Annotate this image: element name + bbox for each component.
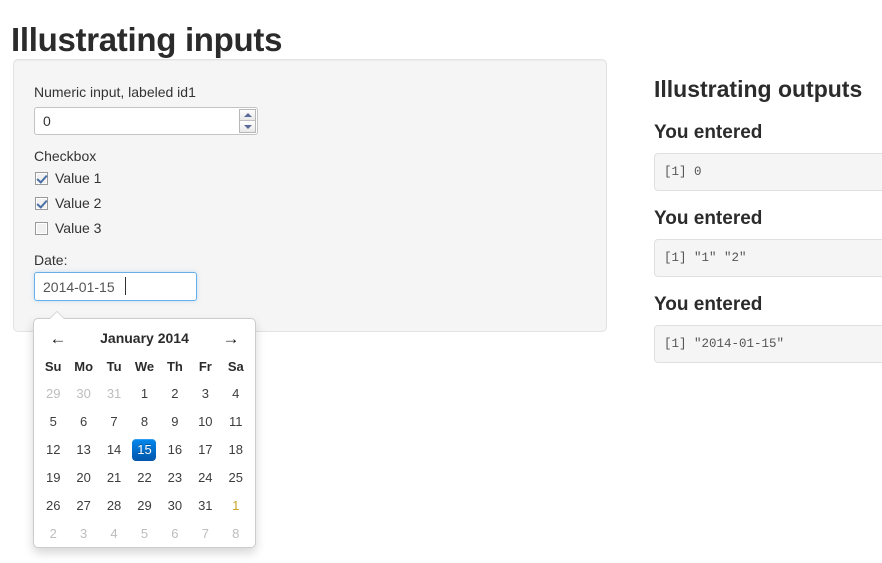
- datepicker-week-row: 2 3 4 5 6 7 8: [38, 520, 251, 548]
- datepicker-header: ← January 2014 →: [38, 323, 251, 353]
- checkbox-option-value-1[interactable]: Value 1: [35, 168, 101, 188]
- numeric-input[interactable]: [34, 107, 258, 135]
- numeric-input-label: Numeric input, labeled id1: [34, 84, 196, 100]
- day-cell[interactable]: 4: [99, 520, 129, 548]
- day-cell[interactable]: 21: [99, 464, 129, 492]
- output-heading-2: You entered: [654, 208, 763, 229]
- outputs-panel: Illustrating outputs You entered [1] 0 Y…: [654, 73, 882, 363]
- weekday-header: Su: [44, 359, 62, 374]
- outputs-title: Illustrating outputs: [654, 76, 863, 102]
- day-cell[interactable]: 8: [221, 520, 251, 548]
- date-input[interactable]: [34, 272, 197, 301]
- date-input-label: Date:: [34, 252, 68, 268]
- day-cell[interactable]: 5: [38, 408, 68, 436]
- day-cell[interactable]: 24: [190, 464, 220, 492]
- day-cell[interactable]: 10: [190, 408, 220, 436]
- datepicker-days-body: 29 30 31 1 2 3 4 5 6 7 8 9 10 11 12 13 1…: [38, 380, 251, 548]
- checkbox-group-label: Checkbox: [34, 148, 97, 164]
- output-value-3: [1] "2014-01-15": [654, 325, 882, 363]
- day-cell[interactable]: 29: [38, 380, 68, 408]
- text-cursor: [125, 277, 126, 295]
- day-cell[interactable]: 13: [68, 436, 98, 464]
- day-cell[interactable]: 1: [221, 492, 251, 520]
- arrow-right-icon[interactable]: →: [220, 330, 242, 347]
- datepicker-week-row: 26 27 28 29 30 31 1: [38, 492, 251, 520]
- datepicker-week-row: 29 30 31 1 2 3 4: [38, 380, 251, 408]
- datepicker-caret-inner: [50, 312, 64, 319]
- day-cell[interactable]: 2: [38, 520, 68, 548]
- day-cell[interactable]: 6: [68, 408, 98, 436]
- day-cell[interactable]: 30: [160, 492, 190, 520]
- output-heading-3: You entered: [654, 294, 763, 315]
- weekday-header: Th: [166, 359, 183, 374]
- day-cell[interactable]: 9: [160, 408, 190, 436]
- numeric-stepper[interactable]: [239, 109, 256, 133]
- day-cell[interactable]: 18: [221, 436, 251, 464]
- day-cell[interactable]: 7: [190, 520, 220, 548]
- day-cell[interactable]: 7: [99, 408, 129, 436]
- weekday-header: Tu: [106, 359, 122, 374]
- checkbox-label: Value 2: [55, 195, 102, 211]
- checkbox-box[interactable]: [35, 196, 48, 210]
- day-cell[interactable]: 14: [99, 436, 129, 464]
- day-cell[interactable]: 20: [68, 464, 98, 492]
- day-cell[interactable]: 22: [129, 464, 159, 492]
- checkbox-label: Value 1: [55, 170, 102, 186]
- day-cell[interactable]: 4: [221, 380, 251, 408]
- checkbox-label: Value 3: [55, 220, 102, 236]
- day-cell[interactable]: 30: [68, 380, 98, 408]
- day-cell[interactable]: 26: [38, 492, 68, 520]
- checkbox-box[interactable]: [35, 171, 48, 185]
- day-cell[interactable]: 3: [190, 380, 220, 408]
- datepicker-month-title[interactable]: January 2014: [69, 330, 220, 346]
- weekday-header: Sa: [227, 359, 244, 374]
- day-cell[interactable]: 1: [129, 380, 159, 408]
- day-cell[interactable]: 23: [160, 464, 190, 492]
- day-cell[interactable]: 6: [160, 520, 190, 548]
- datepicker-grid: Su Mo Tu We Th Fr Sa 29 30 31 1 2 3 4 5 …: [38, 353, 251, 548]
- day-cell[interactable]: 16: [160, 436, 190, 464]
- page-title: Illustrating inputs: [11, 21, 283, 59]
- app-root: Illustrating inputs Numeric input, label…: [0, 0, 882, 563]
- day-cell[interactable]: 29: [129, 492, 159, 520]
- day-cell[interactable]: 17: [190, 436, 220, 464]
- day-cell[interactable]: 12: [38, 436, 68, 464]
- day-cell[interactable]: 2: [160, 380, 190, 408]
- datepicker-week-row: 5 6 7 8 9 10 11: [38, 408, 251, 436]
- checkbox-option-value-2[interactable]: Value 2: [35, 193, 101, 213]
- weekday-header: Mo: [74, 359, 94, 374]
- output-value-1: [1] 0: [654, 153, 882, 191]
- triangle-up-icon[interactable]: [240, 110, 255, 121]
- day-cell[interactable]: 27: [68, 492, 98, 520]
- numeric-input-group: [34, 107, 258, 135]
- datepicker-weekday-row: Su Mo Tu We Th Fr Sa: [38, 353, 251, 380]
- triangle-down-icon[interactable]: [240, 121, 255, 132]
- day-cell[interactable]: 5: [129, 520, 159, 548]
- day-cell[interactable]: 3: [68, 520, 98, 548]
- day-cell[interactable]: 8: [129, 408, 159, 436]
- inputs-panel: Numeric input, labeled id1 Checkbox Valu…: [13, 59, 607, 332]
- datepicker-week-row: 19 20 21 22 23 24 25: [38, 464, 251, 492]
- day-cell[interactable]: 28: [99, 492, 129, 520]
- checkbox-box[interactable]: [35, 221, 48, 235]
- day-cell[interactable]: 31: [99, 380, 129, 408]
- output-heading-1: You entered: [654, 122, 763, 143]
- datepicker-week-row: 12 13 14 15 16 17 18: [38, 436, 251, 464]
- day-cell-selected[interactable]: 15: [129, 436, 159, 464]
- day-cell[interactable]: 25: [221, 464, 251, 492]
- checkbox-option-value-3[interactable]: Value 3: [35, 218, 101, 238]
- arrow-left-icon[interactable]: ←: [47, 330, 69, 347]
- output-value-2: [1] "1" "2": [654, 239, 882, 277]
- day-cell[interactable]: 19: [38, 464, 68, 492]
- weekday-header: We: [134, 359, 155, 374]
- datepicker-popup[interactable]: ← January 2014 → Su Mo Tu We Th Fr Sa 29: [33, 311, 256, 548]
- weekday-header: Fr: [198, 359, 212, 374]
- day-cell[interactable]: 11: [221, 408, 251, 436]
- day-cell[interactable]: 31: [190, 492, 220, 520]
